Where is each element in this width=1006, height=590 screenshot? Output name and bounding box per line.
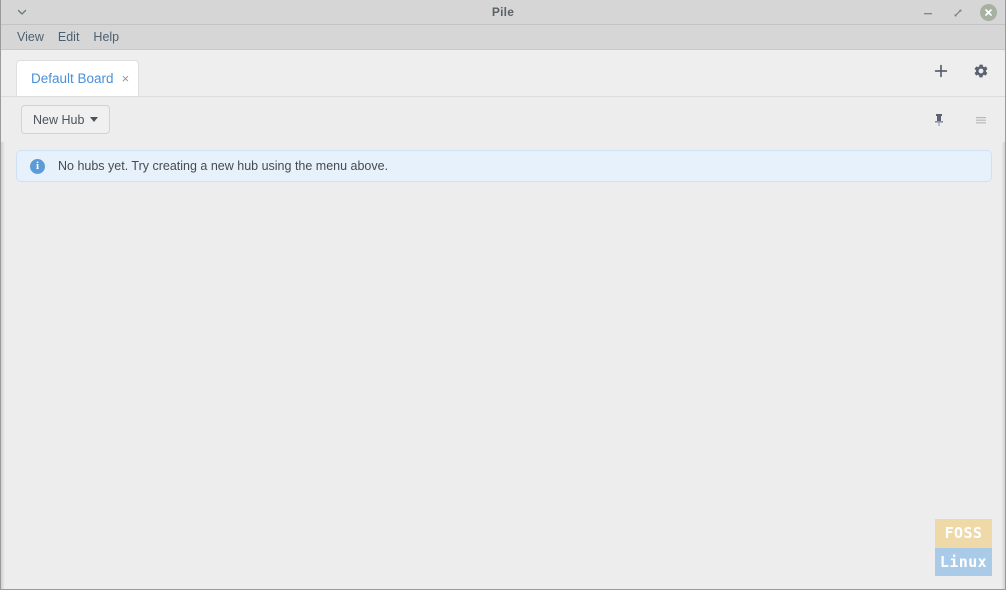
- board-content-area: i No hubs yet. Try creating a new hub us…: [1, 142, 1005, 589]
- new-hub-label: New Hub: [33, 112, 85, 127]
- app-window: Pile View Edit Help Default Board × New …: [0, 0, 1006, 590]
- chevron-down-icon[interactable]: [15, 6, 29, 20]
- watermark-line-linux: Linux: [935, 547, 992, 576]
- tab-bar-actions: [929, 59, 993, 83]
- hub-toolbar-actions: [927, 108, 993, 132]
- watermark-line-foss: FOSS: [935, 519, 992, 548]
- title-bar: Pile: [1, 0, 1005, 25]
- menu-item-help[interactable]: Help: [86, 28, 126, 46]
- maximize-button[interactable]: [950, 5, 966, 21]
- window-title: Pile: [491, 5, 515, 19]
- content-left-edge: [1, 142, 5, 589]
- tab-default-board[interactable]: Default Board ×: [16, 60, 140, 96]
- menu-item-edit[interactable]: Edit: [51, 28, 87, 46]
- no-hubs-banner: i No hubs yet. Try creating a new hub us…: [16, 150, 992, 182]
- menu-item-view[interactable]: View: [10, 28, 51, 46]
- tab-label: Default Board: [31, 71, 114, 86]
- new-hub-dropdown-button[interactable]: New Hub: [21, 105, 111, 134]
- plus-icon[interactable]: [929, 59, 953, 83]
- content-right-edge: [1001, 142, 1005, 589]
- hamburger-icon[interactable]: [969, 108, 993, 132]
- foss-linux-watermark: FOSS Linux: [935, 519, 992, 576]
- tab-bar: Default Board ×: [1, 50, 1005, 97]
- hub-toolbar: New Hub: [1, 97, 1005, 142]
- tab-close-icon[interactable]: ×: [122, 72, 130, 85]
- close-button[interactable]: [980, 4, 997, 21]
- minimize-button[interactable]: [920, 5, 936, 21]
- pin-icon[interactable]: [927, 108, 951, 132]
- no-hubs-message: No hubs yet. Try creating a new hub usin…: [58, 159, 389, 173]
- chevron-down-icon: [90, 117, 99, 122]
- gear-icon[interactable]: [969, 59, 993, 83]
- info-icon: i: [30, 158, 45, 174]
- menu-bar: View Edit Help: [1, 25, 1005, 50]
- window-controls: [920, 0, 997, 25]
